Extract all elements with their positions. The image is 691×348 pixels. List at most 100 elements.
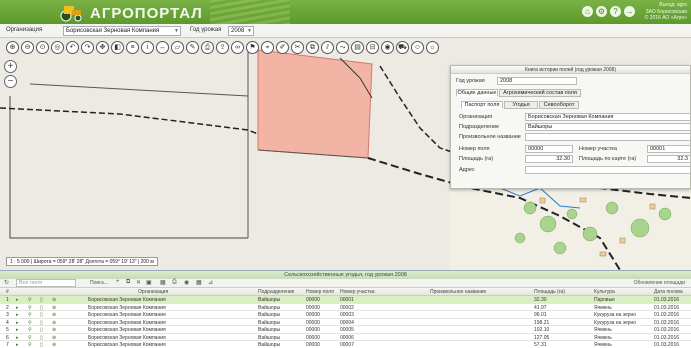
map-icon[interactable]: ⊕ bbox=[52, 327, 56, 333]
find-label[interactable]: Поиск... bbox=[90, 280, 108, 286]
panel-year-select[interactable]: 2008 bbox=[497, 77, 577, 85]
measure-icon[interactable]: ↔ bbox=[156, 41, 169, 54]
document-icon[interactable]: ▯ bbox=[40, 342, 43, 348]
address-input[interactable] bbox=[525, 166, 691, 174]
org-field-input[interactable]: Борисовская Зерновая Компания bbox=[525, 113, 691, 121]
col-crop[interactable]: Культура bbox=[594, 289, 615, 295]
expand-icon[interactable]: ▸ bbox=[16, 327, 19, 333]
search-input[interactable]: Все поля bbox=[16, 279, 76, 287]
print-icon[interactable]: ⎙ bbox=[201, 41, 214, 54]
col-index[interactable]: # bbox=[6, 289, 9, 295]
plot-number-input[interactable]: 00001 bbox=[647, 145, 691, 153]
table-row[interactable]: ▸ ⚲ ▯ ⊕ 2 Борисовская Зерновая Компания Вайшор… bbox=[0, 304, 691, 311]
grid-icon[interactable]: ▦ bbox=[196, 279, 202, 286]
split-icon[interactable]: ⫽ bbox=[321, 41, 334, 54]
col-organization[interactable]: Организация bbox=[138, 289, 168, 295]
map-icon[interactable]: ⊕ bbox=[52, 320, 56, 326]
subtab-passport[interactable]: Паспорт поля bbox=[461, 101, 503, 109]
edit-icon[interactable]: ✐ bbox=[276, 41, 289, 54]
selected-parcel[interactable] bbox=[257, 49, 373, 159]
col-sowing-date[interactable]: Дата посева bbox=[654, 289, 683, 295]
delete-icon[interactable]: ✕ bbox=[136, 279, 141, 286]
area-input[interactable]: 32.30 bbox=[525, 155, 573, 163]
locate-icon[interactable]: ⚲ bbox=[28, 335, 32, 341]
locate-icon[interactable]: ⚲ bbox=[28, 320, 32, 326]
document-icon[interactable]: ▯ bbox=[40, 327, 43, 333]
col-division[interactable]: Подразделение bbox=[258, 289, 294, 295]
select-icon[interactable]: ◧ bbox=[111, 41, 124, 54]
expand-icon[interactable]: ▸ bbox=[16, 335, 19, 341]
locate-icon[interactable]: ⚲ bbox=[28, 342, 32, 348]
document-icon[interactable]: ▯ bbox=[40, 320, 43, 326]
cut-icon[interactable]: ✂ bbox=[291, 41, 304, 54]
locate-icon[interactable]: ⚲ bbox=[28, 312, 32, 318]
help-icon[interactable]: ? bbox=[610, 6, 621, 17]
expand-icon[interactable]: ▸ bbox=[16, 342, 19, 348]
merge-icon[interactable]: ⧉ bbox=[306, 41, 319, 54]
zoom-extent-icon[interactable]: ◎ bbox=[51, 41, 64, 54]
tab-agrochemistry[interactable]: Агрохимический состав поля bbox=[499, 89, 581, 97]
table-row[interactable]: ▸ ⚲ ▯ ⊕ 7 Борисовская Зерновая Компания Вайшор… bbox=[0, 341, 691, 348]
col-field-number[interactable]: Номер поля bbox=[306, 289, 334, 295]
map-icon[interactable]: ⊕ bbox=[52, 335, 56, 341]
table-row[interactable]: ▸ ⚲ ▯ ⊕ 5 Борисовская Зерновая Компания Вайшор… bbox=[0, 326, 691, 334]
map-area-input[interactable]: 32.3 bbox=[647, 155, 691, 163]
logout-icon[interactable]: → bbox=[624, 6, 635, 17]
area-icon[interactable]: ▱ bbox=[171, 41, 184, 54]
map-icon[interactable]: ⊕ bbox=[52, 312, 56, 318]
locate-icon[interactable]: ⚲ bbox=[28, 297, 32, 303]
division-field-input[interactable]: Вайшоры bbox=[525, 123, 691, 131]
export-excel-icon[interactable]: ▦ bbox=[160, 279, 166, 286]
document-icon[interactable]: ▯ bbox=[40, 297, 43, 303]
add-icon[interactable]: + bbox=[116, 279, 120, 285]
draw-icon[interactable]: ✎ bbox=[186, 41, 199, 54]
link-icon[interactable]: ∞ bbox=[231, 41, 244, 54]
subtab-crop-rotation[interactable]: Севооборот bbox=[539, 101, 579, 109]
map-icon[interactable]: ⊕ bbox=[52, 297, 56, 303]
person-icon[interactable]: ☺ bbox=[411, 41, 424, 54]
zoom-box-icon[interactable]: ⊙ bbox=[36, 41, 49, 54]
year-select[interactable]: 2008 ▼ bbox=[228, 26, 254, 36]
chart-icon[interactable]: ⊿ bbox=[208, 279, 213, 286]
refresh-area-button[interactable]: Обновление площади bbox=[634, 280, 685, 286]
expand-icon[interactable]: ▸ bbox=[16, 297, 19, 303]
refresh-icon[interactable]: ↻ bbox=[4, 279, 9, 286]
map-icon[interactable]: ⊕ bbox=[52, 342, 56, 348]
map-view[interactable]: ⊕ ⊖ ⊙ ◎ ↶ ↷ ✥ ◧ ≡ i ↔ ▱ ✎ ⎙ ⇪ ∞ ⚑ ⌖ ✐ ✂ … bbox=[0, 38, 691, 270]
zoom-in-icon[interactable]: ⊕ bbox=[6, 41, 19, 54]
map-icon[interactable]: ⊕ bbox=[52, 305, 56, 311]
document-icon[interactable]: ▯ bbox=[40, 312, 43, 318]
expand-icon[interactable]: ▸ bbox=[16, 305, 19, 311]
pan-icon[interactable]: ✥ bbox=[96, 41, 109, 54]
custom-name-input[interactable] bbox=[525, 133, 691, 141]
chart-icon[interactable]: ▤ bbox=[351, 41, 364, 54]
table-row[interactable]: ▸ ⚲ ▯ ⊕ 3 Борисовская Зерновая Компания Вайшор… bbox=[0, 311, 691, 319]
map-zoom-in-icon[interactable]: + bbox=[4, 60, 17, 73]
camera-icon[interactable]: ◉ bbox=[381, 41, 394, 54]
tractor-icon[interactable]: ⛟ bbox=[396, 41, 409, 54]
export-icon[interactable]: ⇪ bbox=[216, 41, 229, 54]
save-icon[interactable]: ▣ bbox=[146, 279, 152, 286]
ruler-icon[interactable]: ⊟ bbox=[366, 41, 379, 54]
org-select[interactable]: Борисовская Зерновая Компания ▼ bbox=[63, 26, 181, 36]
table-row[interactable]: ▸ ⚲ ▯ ⊕ 1 Борисовская Зерновая Компания Вайшор… bbox=[0, 296, 691, 304]
subtab-lands[interactable]: Угодья bbox=[504, 101, 538, 109]
table-row[interactable]: ▸ ⚲ ▯ ⊕ 4 Борисовская Зерновая Компания Вайшор… bbox=[0, 319, 691, 326]
document-icon[interactable]: ▯ bbox=[40, 305, 43, 311]
map-link-icon[interactable]: ◉ bbox=[184, 279, 189, 286]
field-number-input[interactable]: 00000 bbox=[525, 145, 573, 153]
layers-icon[interactable]: ≡ bbox=[126, 41, 139, 54]
settings-icon[interactable]: ⚙ bbox=[596, 6, 607, 17]
print-icon[interactable]: ⎙ bbox=[172, 279, 177, 286]
expand-icon[interactable]: ▸ bbox=[16, 312, 19, 318]
map-zoom-out-icon[interactable]: − bbox=[4, 75, 17, 88]
route-icon[interactable]: ⤳ bbox=[336, 41, 349, 54]
next-view-icon[interactable]: ↷ bbox=[81, 41, 94, 54]
previous-view-icon[interactable]: ↶ bbox=[66, 41, 79, 54]
pin-icon[interactable]: ⌖ bbox=[261, 41, 274, 54]
col-custom-name[interactable]: Произвольное название bbox=[430, 289, 486, 295]
bookmark-icon[interactable]: ⚑ bbox=[246, 41, 259, 54]
tab-general[interactable]: Общие данные bbox=[456, 89, 498, 97]
weather-icon[interactable]: ☼ bbox=[426, 41, 439, 54]
locate-icon[interactable]: ⚲ bbox=[28, 305, 32, 311]
